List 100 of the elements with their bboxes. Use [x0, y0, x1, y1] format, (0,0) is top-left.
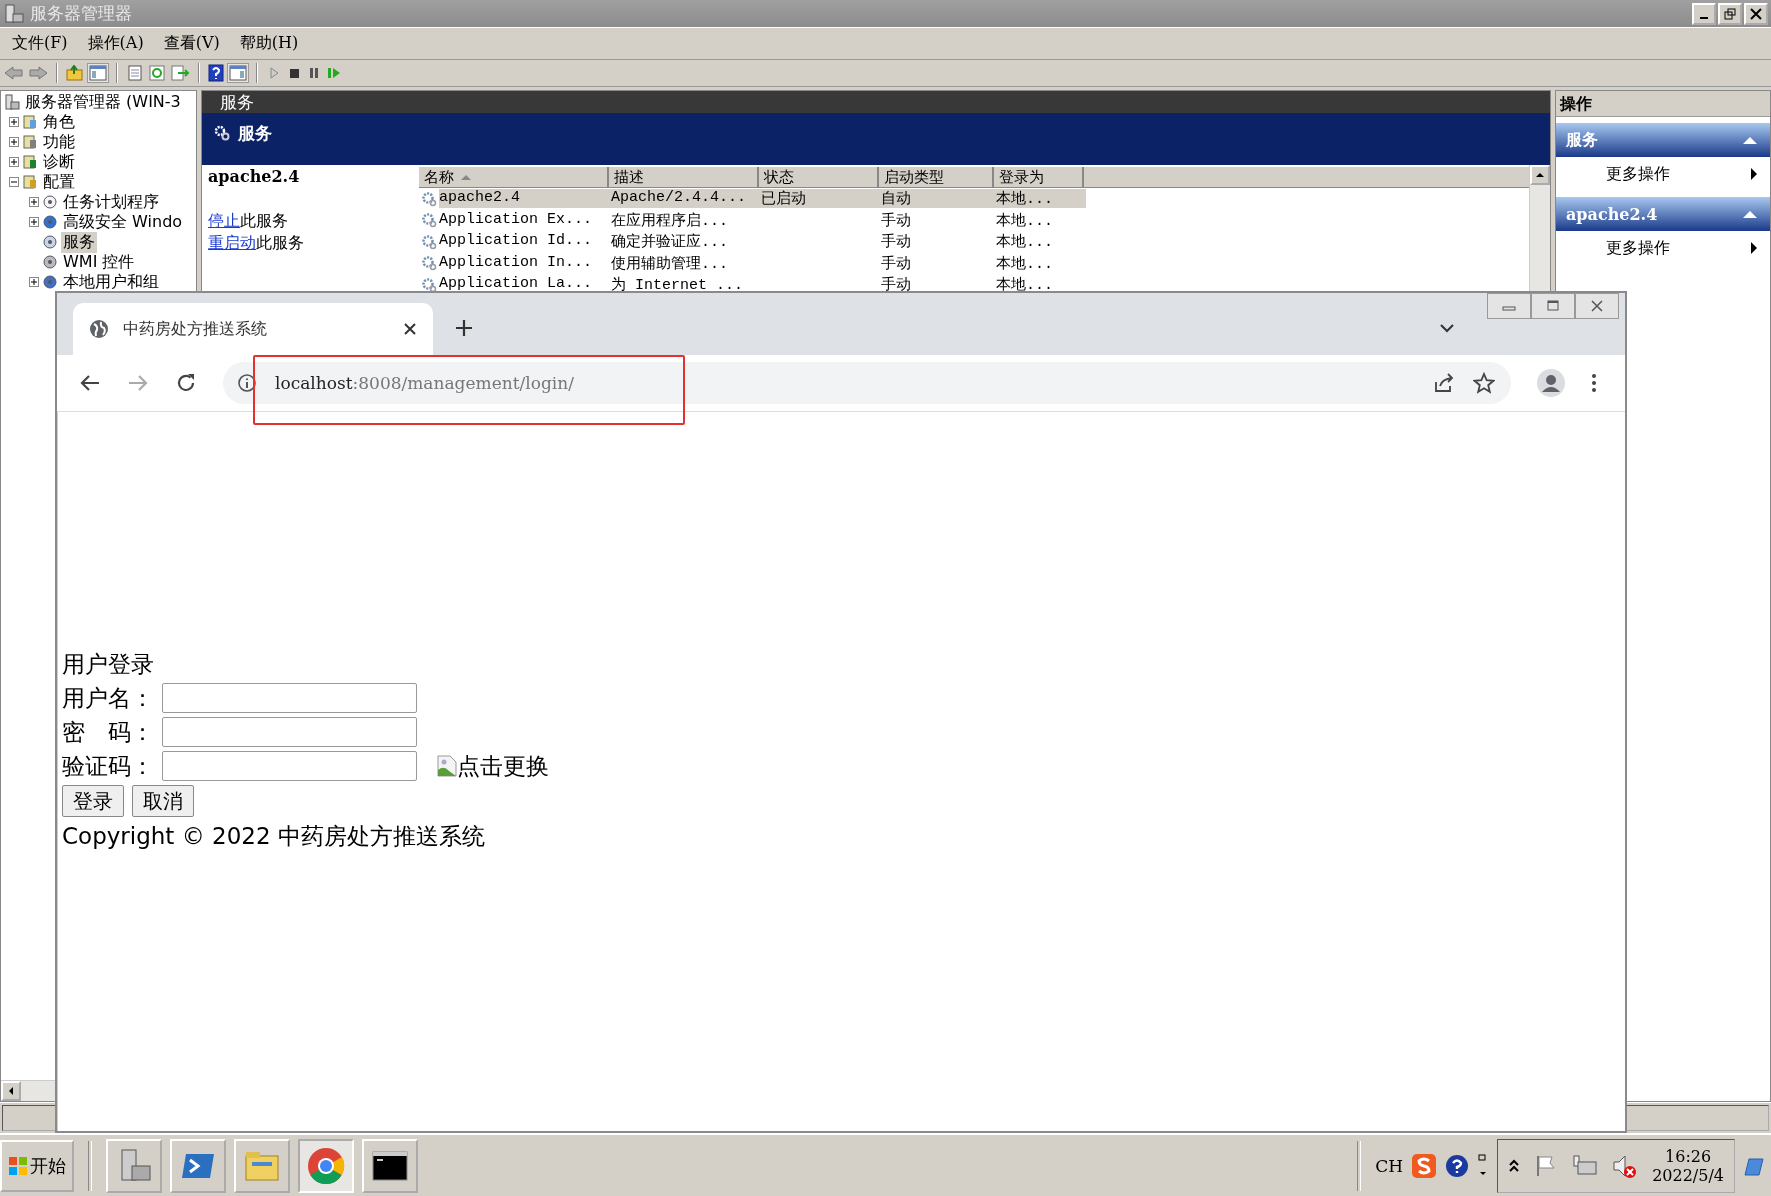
- table-cell-text: apache2.4: [439, 189, 521, 209]
- service-row[interactable]: Application Ex... 在应用程序启... 手动 本地...: [439, 210, 1086, 230]
- clock-time: 16:26: [1665, 1146, 1712, 1166]
- service-action: 停止此服务: [208, 211, 289, 232]
- maximize-icon: [1545, 300, 1561, 312]
- expand-toggle[interactable]: [29, 197, 39, 207]
- server-icon: [4, 3, 24, 24]
- chevron-down-icon[interactable]: [1439, 323, 1455, 333]
- tree-item[interactable]: 配置: [41, 171, 77, 193]
- reload-icon[interactable]: [175, 372, 197, 394]
- service-row[interactable]: apache2.4 Apache/2.4.4... 已启动 自动 本地...: [439, 189, 1086, 209]
- table-cell-text: 确定并验证应...: [611, 232, 729, 252]
- submenu-arrow-icon: [1750, 167, 1758, 181]
- chrome-taskbar-button[interactable]: [298, 1138, 354, 1193]
- tree-item[interactable]: 服务: [61, 231, 97, 253]
- input-field[interactable]: [162, 717, 417, 747]
- menu-icon[interactable]: [1591, 373, 1597, 393]
- language-indicator[interactable]: CH: [1375, 1155, 1404, 1176]
- pane-title: 服务: [202, 91, 1550, 113]
- collapse-icon[interactable]: [1742, 135, 1758, 145]
- export-icon[interactable]: [170, 64, 190, 82]
- collapse-icon[interactable]: [1742, 209, 1758, 219]
- restore-button[interactable]: [1718, 2, 1742, 25]
- expand-toggle[interactable]: [9, 117, 19, 127]
- captcha-refresh-link[interactable]: 点击更换: [457, 754, 549, 778]
- tree-item[interactable]: 高级安全 Windo: [61, 211, 185, 233]
- table-cell-text: Application In...: [439, 253, 594, 273]
- tree-item[interactable]: 任务计划程序: [61, 191, 161, 213]
- action-item[interactable]: 更多操作: [1556, 231, 1770, 265]
- tree-item[interactable]: 本地用户和组: [61, 271, 161, 293]
- service-row[interactable]: Application Id... 确定并验证应... 手动 本地...: [439, 232, 1086, 252]
- input-method-icon[interactable]: [1411, 1152, 1438, 1179]
- table-cell-text: 为 Internet ...: [611, 275, 745, 295]
- help-icon[interactable]: [1445, 1153, 1470, 1178]
- form-button[interactable]: 取消: [132, 785, 194, 817]
- browser-tab[interactable]: 中药房处方推送系统: [73, 303, 433, 355]
- column-header[interactable]: 登录为: [994, 167, 1084, 187]
- folder-up-icon[interactable]: [66, 65, 84, 81]
- help-icon[interactable]: [208, 64, 224, 82]
- menu-item[interactable]: 文件(F): [2, 31, 78, 56]
- star-icon[interactable]: [1473, 372, 1495, 394]
- table-cell-text: 手动: [881, 254, 912, 273]
- section-title: 服务: [1566, 129, 1598, 151]
- tree-item[interactable]: 诊断: [41, 151, 77, 173]
- column-header[interactable]: 描述: [609, 167, 759, 187]
- service-row[interactable]: Application La... 为 Internet ... 手动 本地...: [439, 275, 1086, 295]
- service-link[interactable]: 重启动: [208, 233, 256, 252]
- expand-icon[interactable]: [1508, 1157, 1521, 1174]
- menu-item[interactable]: 操作(A): [77, 31, 154, 56]
- input-field[interactable]: [162, 751, 417, 781]
- url-text: localhost:8008/management/login/: [275, 373, 574, 393]
- section-header[interactable]: 服务: [1556, 123, 1770, 157]
- table-cell-text: 手动: [881, 232, 912, 252]
- submenu-arrow-icon: [1750, 241, 1758, 255]
- expand-toggle[interactable]: [29, 217, 39, 227]
- expand-toggle[interactable]: [9, 157, 19, 167]
- network-icon[interactable]: [1572, 1153, 1599, 1178]
- column-header[interactable]: 启动类型: [879, 167, 994, 187]
- table-cell-text: 手动: [881, 275, 912, 295]
- service-link[interactable]: 停止: [208, 211, 240, 230]
- forward-icon[interactable]: [28, 65, 48, 81]
- scroll-up-button[interactable]: [1530, 165, 1550, 185]
- login-heading: 用户登录: [62, 650, 155, 679]
- close-icon: [1750, 7, 1762, 20]
- expand-toggle[interactable]: [9, 137, 19, 147]
- column-header[interactable]: 状态: [759, 167, 879, 187]
- new-tab-icon[interactable]: [455, 319, 473, 337]
- start-button[interactable]: 开始: [0, 1139, 74, 1192]
- info-icon[interactable]: [237, 373, 257, 393]
- service-row[interactable]: Application In... 使用辅助管理... 手动 本地...: [439, 253, 1086, 273]
- table-cell-text: Apache/2.4.4...: [611, 189, 748, 209]
- share-icon[interactable]: [1433, 372, 1455, 394]
- expand-toggle[interactable]: [9, 177, 19, 187]
- scroll-left-button[interactable]: [1, 1081, 21, 1101]
- action-item[interactable]: 更多操作: [1556, 157, 1770, 191]
- taskbar-button[interactable]: [362, 1138, 418, 1193]
- tree-item[interactable]: 角色: [41, 111, 77, 133]
- tree-item[interactable]: 功能: [41, 131, 77, 153]
- table-cell-text: Application Id...: [439, 232, 594, 252]
- form-button[interactable]: 登录: [62, 785, 124, 817]
- panel-icon[interactable]: [228, 64, 248, 82]
- column-header[interactable]: 名称: [419, 167, 609, 187]
- address-bar[interactable]: localhost:8008/management/login/: [223, 362, 1511, 404]
- tree-item[interactable]: 服务器管理器 (WIN-3: [23, 91, 183, 113]
- section-header[interactable]: apache2.4: [1556, 197, 1770, 231]
- close-icon: [1589, 300, 1605, 312]
- minimize-icon: [1700, 16, 1708, 19]
- menu-item[interactable]: 帮助(H): [229, 31, 309, 56]
- menu-item[interactable]: 查看(V): [153, 31, 230, 56]
- tree-item[interactable]: WMI 控件: [61, 251, 137, 273]
- refresh-icon[interactable]: [148, 64, 166, 82]
- sort-ascending-icon: [460, 173, 472, 181]
- document-icon[interactable]: [126, 64, 144, 82]
- panel-icon[interactable]: [88, 64, 108, 82]
- clock-date: 2022/5/4: [1652, 1165, 1724, 1185]
- table-cell-text: 本地...: [996, 189, 1054, 209]
- profile-icon[interactable]: [1537, 369, 1565, 397]
- input-field[interactable]: [162, 683, 417, 713]
- expand-toggle[interactable]: [29, 277, 39, 287]
- close-icon[interactable]: [403, 322, 417, 336]
